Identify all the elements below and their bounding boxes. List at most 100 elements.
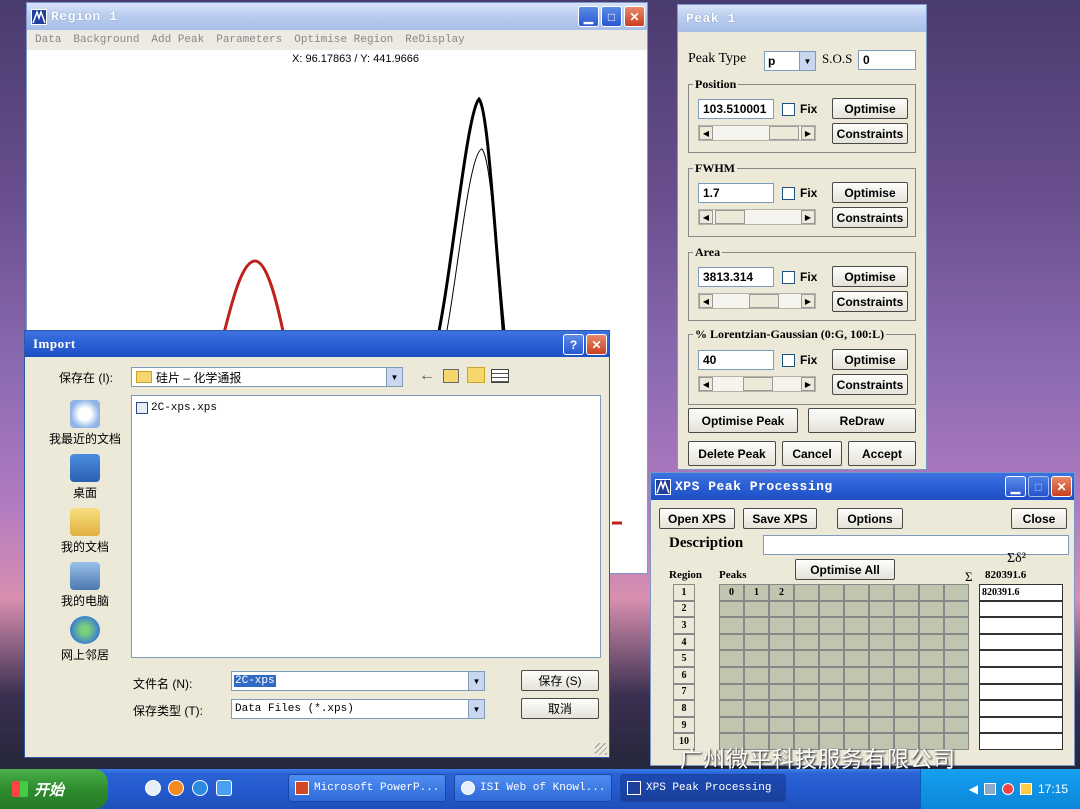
grid-cell[interactable] xyxy=(944,617,969,634)
grid-cell[interactable] xyxy=(894,700,919,717)
region-title-bar[interactable]: Region 1 ▁ □ ✕ xyxy=(27,3,647,30)
area-input[interactable]: 3813.314 xyxy=(698,267,774,287)
grid-cell[interactable] xyxy=(744,700,769,717)
position-slider[interactable]: ◀ ▶ xyxy=(698,125,816,141)
grid-cell[interactable] xyxy=(819,667,844,684)
new-folder-icon[interactable] xyxy=(467,367,485,383)
grid-cell[interactable] xyxy=(894,600,919,618)
grid-cell[interactable] xyxy=(944,667,969,684)
grid-cell[interactable] xyxy=(819,683,844,701)
place-my-computer[interactable]: 我的电脑 xyxy=(35,557,135,609)
grid-cell[interactable] xyxy=(819,617,844,634)
grid-cell[interactable] xyxy=(769,683,794,701)
lg-input[interactable]: 40 xyxy=(698,350,774,370)
grid-cell[interactable] xyxy=(819,700,844,717)
save-button[interactable]: 保存 (S) xyxy=(521,670,599,691)
peak-col-header[interactable]: 2 xyxy=(769,584,794,601)
peak-col-header[interactable] xyxy=(894,584,919,601)
grid-cell[interactable] xyxy=(919,667,944,684)
slider-thumb[interactable] xyxy=(749,294,779,308)
position-input[interactable]: 103.510001 xyxy=(698,99,774,119)
area-fix-checkbox[interactable] xyxy=(782,271,795,284)
grid-cell[interactable] xyxy=(944,716,969,734)
redraw-button[interactable]: ReDraw xyxy=(808,408,916,433)
grid-cell[interactable] xyxy=(819,600,844,618)
close-button[interactable]: ✕ xyxy=(1051,476,1072,497)
arrow-right-icon[interactable]: ▶ xyxy=(801,126,815,140)
close-button[interactable]: ✕ xyxy=(586,334,607,355)
region-peak-grid[interactable]: 0 1 2 1 2 3 4 5 6 7 8 9 10 xyxy=(673,584,973,756)
save-xps-button[interactable]: Save XPS xyxy=(743,508,817,529)
grid-cell[interactable] xyxy=(944,650,969,667)
file-list[interactable]: 2C-xps.xps xyxy=(131,395,601,658)
grid-cell[interactable] xyxy=(794,667,819,684)
fwhm-input[interactable]: 1.7 xyxy=(698,183,774,203)
grid-cell[interactable] xyxy=(869,700,894,717)
security-tray-icon[interactable] xyxy=(1001,783,1014,795)
menu-redisplay[interactable]: ReDisplay xyxy=(405,34,464,46)
close-xps-button[interactable]: Close xyxy=(1011,508,1067,529)
peak-col-header[interactable] xyxy=(794,584,819,601)
grid-cell[interactable] xyxy=(944,683,969,701)
task-powerpoint[interactable]: Microsoft PowerP... xyxy=(288,774,446,802)
grid-cell[interactable] xyxy=(844,600,869,618)
up-folder-icon[interactable] xyxy=(443,369,459,383)
peak-col-header[interactable] xyxy=(919,584,944,601)
back-icon[interactable]: ← xyxy=(419,367,435,385)
grid-cell[interactable] xyxy=(844,683,869,701)
arrow-left-icon[interactable]: ◀ xyxy=(699,210,713,224)
grid-cell[interactable] xyxy=(919,716,944,734)
region-row-label[interactable]: 9 xyxy=(673,716,695,734)
peak-col-header[interactable] xyxy=(869,584,894,601)
grid-cell[interactable] xyxy=(819,716,844,734)
arrow-left-icon[interactable]: ◀ xyxy=(699,126,713,140)
view-menu-icon[interactable] xyxy=(491,369,509,383)
area-optimise-button[interactable]: Optimise xyxy=(832,266,908,287)
filename-input[interactable]: 2C-xps ▼ xyxy=(231,671,485,691)
region-row-label[interactable]: 5 xyxy=(673,650,695,667)
grid-cell[interactable] xyxy=(894,650,919,667)
peak-col-header[interactable]: 1 xyxy=(744,584,769,601)
grid-cell[interactable] xyxy=(719,633,744,651)
region-row-label[interactable]: 4 xyxy=(673,633,695,651)
menu-optimise-region[interactable]: Optimise Region xyxy=(294,34,393,46)
grid-cell[interactable] xyxy=(719,600,744,618)
grid-cell[interactable] xyxy=(894,716,919,734)
sos-input[interactable]: 0 xyxy=(858,50,916,70)
folder-select[interactable]: 硅片 – 化学通报 ▼ xyxy=(131,367,403,387)
position-optimise-button[interactable]: Optimise xyxy=(832,98,908,119)
menu-add-peak[interactable]: Add Peak xyxy=(151,34,204,46)
arrow-right-icon[interactable]: ▶ xyxy=(801,294,815,308)
grid-cell[interactable] xyxy=(719,650,744,667)
lg-optimise-button[interactable]: Optimise xyxy=(832,349,908,370)
import-title-bar[interactable]: Import ? ✕ xyxy=(25,331,609,357)
grid-cell[interactable] xyxy=(819,633,844,651)
grid-cell[interactable] xyxy=(794,617,819,634)
tray-expand-icon[interactable]: ◀ xyxy=(969,782,978,796)
grid-cell[interactable] xyxy=(869,683,894,701)
grid-cell[interactable] xyxy=(744,600,769,618)
minimize-button[interactable]: ▁ xyxy=(1005,476,1026,497)
grid-cell[interactable] xyxy=(769,650,794,667)
grid-cell[interactable] xyxy=(894,683,919,701)
delete-peak-button[interactable]: Delete Peak xyxy=(688,441,776,466)
position-fix-checkbox[interactable] xyxy=(782,103,795,116)
grid-cell[interactable] xyxy=(794,716,819,734)
resize-grip[interactable] xyxy=(595,743,607,755)
grid-cell[interactable] xyxy=(719,617,744,634)
grid-cell[interactable] xyxy=(919,683,944,701)
cancel-button[interactable]: 取消 xyxy=(521,698,599,719)
grid-cell[interactable] xyxy=(719,716,744,734)
grid-cell[interactable] xyxy=(769,700,794,717)
grid-cell[interactable] xyxy=(769,617,794,634)
grid-cell[interactable] xyxy=(944,700,969,717)
grid-cell[interactable] xyxy=(744,716,769,734)
list-item[interactable]: 2C-xps.xps xyxy=(136,402,217,414)
slider-thumb[interactable] xyxy=(743,377,773,391)
grid-cell[interactable] xyxy=(819,650,844,667)
filetype-select[interactable]: Data Files (*.xps) ▼ xyxy=(231,699,485,719)
peak-col-header[interactable] xyxy=(819,584,844,601)
grid-cell[interactable] xyxy=(894,667,919,684)
slider-thumb[interactable] xyxy=(769,126,799,140)
slider-thumb[interactable] xyxy=(715,210,745,224)
